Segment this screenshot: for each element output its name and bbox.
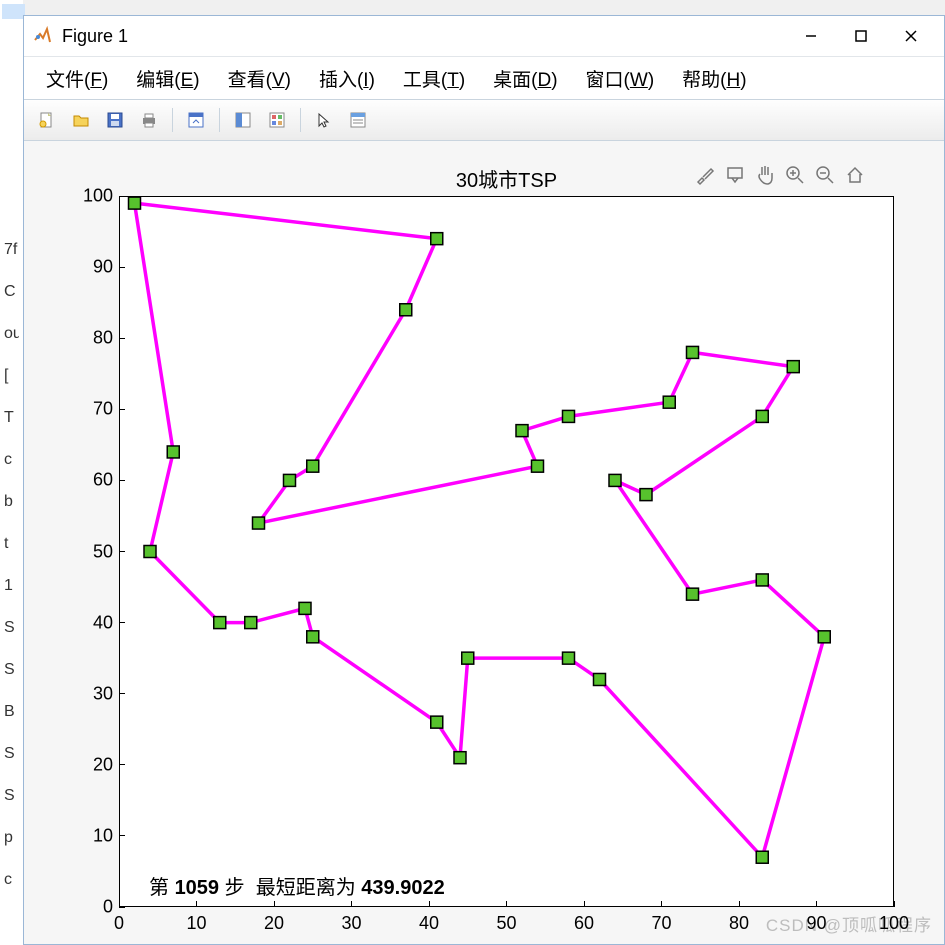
menu-f[interactable]: 文件(F) (46, 65, 108, 92)
menu-v[interactable]: 查看(V) (228, 65, 291, 92)
city-marker (462, 652, 474, 664)
city-marker (594, 673, 606, 685)
close-button[interactable] (886, 16, 936, 56)
pointer-icon[interactable] (310, 106, 338, 134)
save-icon[interactable] (101, 106, 129, 134)
xtick-label: 90 (806, 913, 826, 934)
ytick-label: 50 (75, 541, 113, 562)
palette1-icon[interactable] (229, 106, 257, 134)
city-marker (245, 617, 257, 629)
city-marker (307, 631, 319, 643)
window-title: Figure 1 (62, 26, 128, 47)
menu-w[interactable]: 窗口(W) (586, 65, 655, 92)
city-marker (756, 851, 768, 863)
tsp-path (24, 141, 944, 944)
matlab-icon (32, 26, 52, 46)
city-marker (756, 410, 768, 422)
status-annotation: 第 1059 步 最短距离为 439.9022 (149, 871, 445, 900)
ytick-label: 20 (75, 754, 113, 775)
city-marker (299, 602, 311, 614)
city-marker (532, 460, 544, 472)
city-marker (687, 588, 699, 600)
ytick-label: 80 (75, 328, 113, 349)
city-marker (400, 304, 412, 316)
titlebar[interactable]: Figure 1 (24, 16, 944, 56)
menu-d[interactable]: 桌面(D) (493, 65, 557, 92)
minimize-button[interactable] (786, 16, 836, 56)
maximize-button[interactable] (836, 16, 886, 56)
ytick-label: 60 (75, 470, 113, 491)
city-marker (563, 652, 575, 664)
city-marker (253, 517, 265, 529)
menu-e[interactable]: 编辑(E) (136, 65, 199, 92)
open-folder-icon[interactable] (67, 106, 95, 134)
background-window-slice: 7fCou[Tcbt1SSBSSpc (0, 0, 23, 945)
dock-icon[interactable] (182, 106, 210, 134)
city-marker (756, 574, 768, 586)
city-marker (307, 460, 319, 472)
city-marker (284, 474, 296, 486)
city-marker (787, 361, 799, 373)
menubar[interactable]: 文件(F) 编辑(E) 查看(V) 插入(I) 工具(T) 桌面(D) 窗口(W) 帮助(H) (24, 56, 944, 99)
new-file-icon[interactable] (33, 106, 61, 134)
city-marker (687, 346, 699, 358)
print-icon[interactable] (135, 106, 163, 134)
xtick-label: 0 (114, 913, 124, 934)
ytick-label: 100 (75, 186, 113, 207)
city-marker (640, 489, 652, 501)
city-marker (454, 752, 466, 764)
xtick-label: 20 (264, 913, 284, 934)
xtick-label: 100 (879, 913, 909, 934)
ytick-label: 70 (75, 399, 113, 420)
xtick-label: 70 (651, 913, 671, 934)
city-marker (167, 446, 179, 458)
menu-h[interactable]: 帮助(H) (682, 65, 746, 92)
city-marker (663, 396, 675, 408)
palette2-icon[interactable] (263, 106, 291, 134)
xtick-label: 30 (341, 913, 361, 934)
xtick-label: 10 (186, 913, 206, 934)
city-marker (431, 233, 443, 245)
xtick-label: 80 (729, 913, 749, 934)
ytick-label: 10 (75, 825, 113, 846)
city-marker (609, 474, 621, 486)
city-marker (144, 546, 156, 558)
panel-icon[interactable] (344, 106, 372, 134)
xtick-label: 50 (496, 913, 516, 934)
city-marker (818, 631, 830, 643)
figure-window: Figure 1 文件(F) 编辑(E) 查看(V) 插入(I) 工具(T) 桌面(D) 窗… (23, 15, 945, 945)
city-marker (563, 410, 575, 422)
toolbar[interactable] (24, 99, 944, 141)
ytick-label: 40 (75, 612, 113, 633)
ytick-label: 0 (75, 897, 113, 918)
city-marker (516, 425, 528, 437)
menu-t[interactable]: 工具(T) (403, 65, 465, 92)
city-marker (129, 197, 141, 209)
city-marker (431, 716, 443, 728)
ytick-label: 30 (75, 683, 113, 704)
plot-area: 30城市TSP 第 1059 步 最短距离为 439.9022 CSDN @顶呱… (24, 141, 944, 944)
city-marker (214, 617, 226, 629)
ytick-label: 90 (75, 257, 113, 278)
xtick-label: 60 (574, 913, 594, 934)
xtick-label: 40 (419, 913, 439, 934)
menu-i[interactable]: 插入(I) (319, 65, 375, 92)
